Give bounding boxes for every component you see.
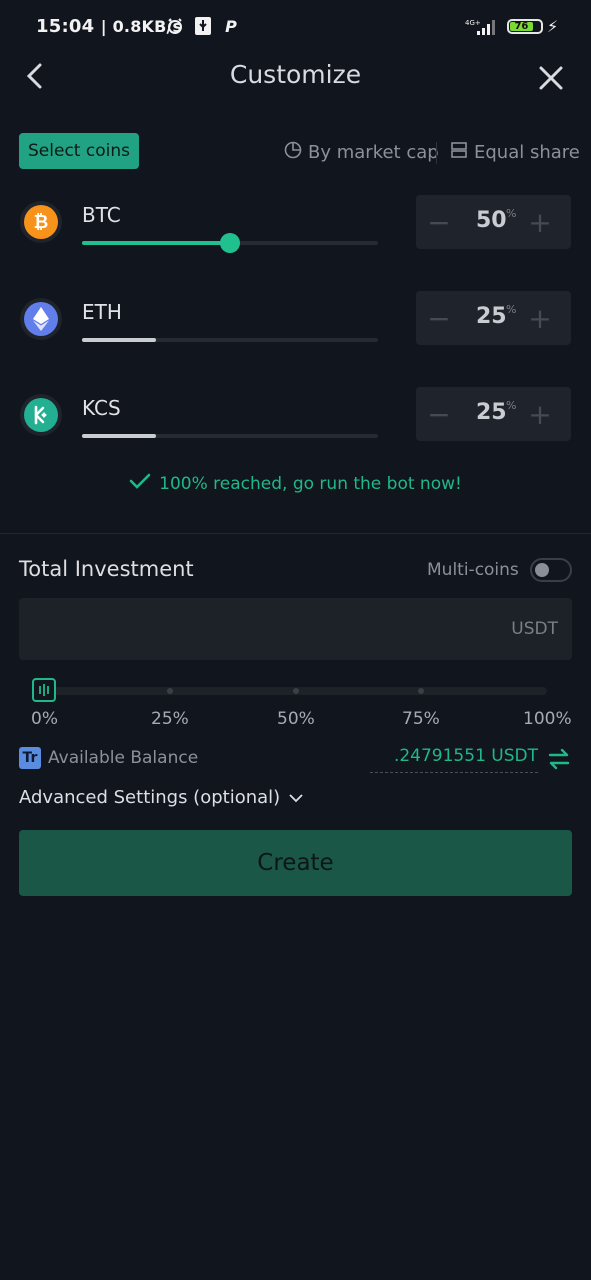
- allocation-slider[interactable]: [82, 338, 378, 342]
- plus-icon[interactable]: +: [527, 195, 553, 249]
- slider-tick: [166, 688, 173, 694]
- p-app-icon: P: [225, 16, 237, 36]
- network-type-label: 4G+: [465, 19, 481, 27]
- multi-coins-toggle[interactable]: [530, 558, 572, 582]
- by-market-cap-button[interactable]: By market cap: [284, 141, 439, 164]
- create-button[interactable]: Create: [19, 830, 572, 896]
- minus-icon[interactable]: −: [426, 291, 452, 345]
- page-title: Customize: [229, 60, 362, 89]
- eth-coin-icon-wrap: [20, 298, 62, 340]
- percent-label[interactable]: 75%: [402, 709, 440, 729]
- investment-amount-input[interactable]: USDT: [19, 598, 572, 660]
- bitcoin-icon: ₿: [24, 205, 58, 239]
- equal-share-label: Equal share: [474, 142, 580, 163]
- usb-icon: [193, 16, 213, 36]
- percent-slider-handle[interactable]: [32, 678, 56, 702]
- btc-coin-icon-wrap: ₿: [20, 201, 62, 243]
- status-icons: P: [165, 16, 241, 36]
- kucoin-icon: [24, 398, 58, 432]
- percent-slider-track[interactable]: [44, 687, 547, 695]
- advanced-settings-toggle[interactable]: Advanced Settings (optional): [19, 787, 304, 808]
- battery-level: 76: [510, 21, 533, 32]
- percent-value: 50: [476, 208, 507, 233]
- total-investment-label: Total Investment: [19, 557, 194, 581]
- chevron-down-icon: [288, 787, 304, 808]
- slider-tick: [292, 688, 299, 694]
- percent-label[interactable]: 25%: [151, 709, 189, 729]
- tab-divider: [436, 142, 437, 164]
- close-icon[interactable]: [538, 65, 564, 91]
- equal-share-icon: [450, 141, 468, 164]
- percent-label[interactable]: 100%: [523, 709, 572, 729]
- percent-value: 25: [476, 400, 507, 425]
- percent-value: 25: [476, 304, 507, 329]
- equal-share-button[interactable]: Equal share: [450, 141, 580, 164]
- by-market-cap-label: By market cap: [308, 142, 439, 163]
- battery-icon: 76: [507, 19, 543, 34]
- percent-stepper[interactable]: − 25 % +: [416, 387, 571, 441]
- status-bar-time: 15:04 | 0.8KB/s: [36, 16, 183, 37]
- slider-fill: [82, 338, 156, 342]
- checkmark-icon: [129, 472, 151, 495]
- allocation-slider[interactable]: [82, 233, 378, 253]
- percent-stepper[interactable]: − 25 % +: [416, 291, 571, 345]
- slider-tick: [418, 688, 425, 694]
- select-coins-button[interactable]: Select coins: [19, 133, 139, 169]
- coin-symbol: KCS: [82, 396, 121, 420]
- plus-icon[interactable]: +: [527, 291, 553, 345]
- percent-unit: %: [506, 207, 517, 220]
- pie-chart-icon: [284, 141, 302, 164]
- section-divider: [0, 533, 591, 534]
- coin-symbol: ETH: [82, 300, 122, 324]
- toggle-knob: [535, 563, 549, 577]
- kcs-coin-icon-wrap: [20, 394, 62, 436]
- slider-fill: [82, 241, 230, 245]
- percent-unit: %: [506, 399, 517, 412]
- available-balance-label: Available Balance: [48, 748, 199, 768]
- slider-knob[interactable]: [220, 233, 240, 253]
- advanced-settings-label: Advanced Settings (optional): [19, 787, 281, 808]
- multi-coins-label: Multi-coins: [427, 560, 519, 580]
- percent-unit: %: [506, 303, 517, 316]
- minus-icon[interactable]: −: [426, 195, 452, 249]
- signal-icon: 4G+: [465, 18, 499, 36]
- input-unit: USDT: [511, 619, 558, 639]
- coin-symbol: BTC: [82, 203, 121, 227]
- charging-bolt-icon: ⚡: [547, 17, 559, 36]
- percent-label[interactable]: 0%: [31, 709, 58, 729]
- minus-icon[interactable]: −: [426, 387, 452, 441]
- alarm-icon: [165, 16, 185, 36]
- plus-icon[interactable]: +: [527, 387, 553, 441]
- percent-label[interactable]: 50%: [277, 709, 315, 729]
- available-balance-value: .24791551 USDT: [370, 746, 538, 773]
- reached-text: 100% reached, go run the bot now!: [159, 473, 462, 494]
- trading-account-badge: Tr: [19, 747, 41, 769]
- percent-stepper[interactable]: − 50 % +: [416, 195, 571, 249]
- transfer-icon[interactable]: [548, 748, 570, 770]
- ethereum-icon: [24, 302, 58, 336]
- allocation-complete-message: 100% reached, go run the bot now!: [0, 472, 591, 495]
- allocation-slider[interactable]: [82, 434, 378, 438]
- slider-fill: [82, 434, 156, 438]
